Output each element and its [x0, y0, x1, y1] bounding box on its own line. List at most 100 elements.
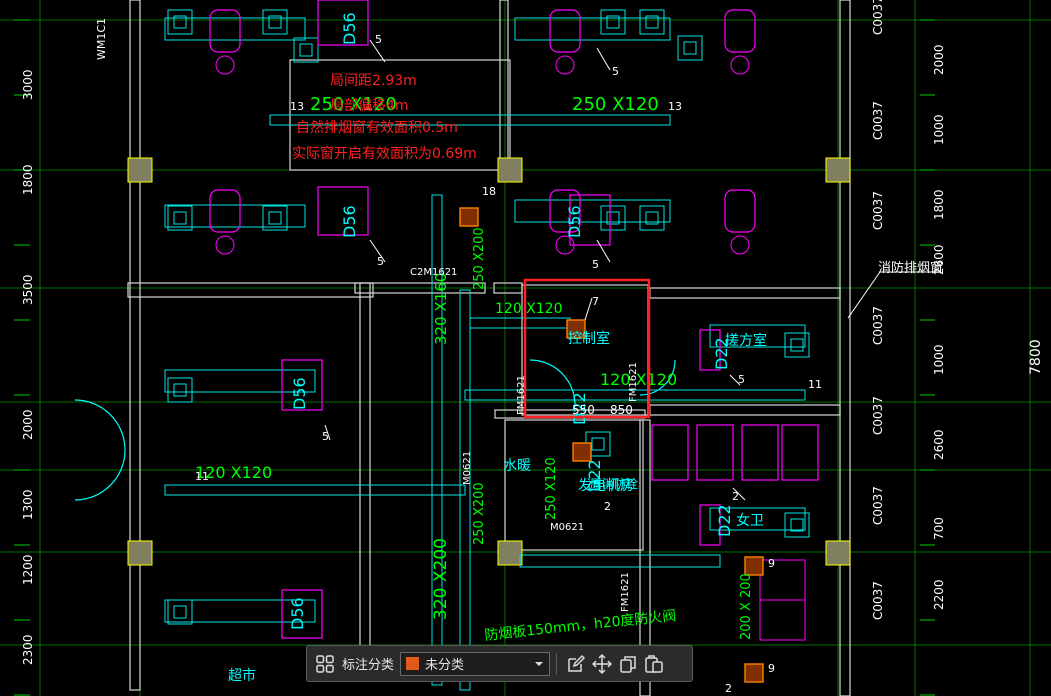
bottom-note: 防烟板150mm，h20度防火阀	[484, 608, 677, 644]
door-tag: FM1621	[628, 362, 639, 402]
axis-label: C0037	[871, 0, 885, 35]
diffuser	[639, 9, 665, 35]
callout-number: 5	[322, 430, 329, 443]
door-arc	[74, 399, 126, 451]
basin	[215, 235, 235, 255]
unit-tag: D22	[715, 504, 734, 537]
room-label: 水暖	[503, 458, 531, 474]
column	[497, 540, 523, 566]
paste-icon	[645, 654, 663, 673]
dimension-label: 1300	[21, 489, 35, 520]
toilet-stall	[741, 424, 779, 481]
door-tag: FM1621	[620, 572, 631, 612]
sink	[759, 559, 806, 601]
room-label: 女卫	[736, 512, 764, 529]
category-selected-value: 未分类	[425, 657, 465, 672]
toolbar-separator	[556, 652, 558, 675]
dimension-label: 3000	[21, 69, 35, 100]
duct-run	[514, 17, 671, 41]
warning-text: 自然排烟窗有效面积0.5m	[296, 119, 458, 136]
sink	[759, 599, 806, 641]
toilet-fixture	[724, 189, 756, 233]
warning-text: 局间距2.93m	[330, 73, 417, 89]
callout-number: 2	[725, 682, 732, 695]
axis-label: C0037	[871, 396, 885, 435]
door-arc	[529, 359, 576, 406]
callout-number: 9	[768, 557, 775, 570]
dimension-label: 1000	[932, 114, 946, 145]
unit-tag: D56	[288, 597, 307, 630]
basin	[730, 235, 750, 255]
basin	[555, 55, 575, 75]
callout-number: 11	[195, 470, 209, 483]
room-label: 控制室	[568, 330, 610, 347]
exhaust-fan	[459, 207, 479, 227]
diffuser	[167, 9, 193, 35]
column	[127, 540, 153, 566]
category-select[interactable]: 未分类	[400, 651, 551, 676]
column	[825, 157, 851, 183]
diffuser-core	[173, 211, 187, 225]
diffuser-core	[299, 43, 313, 57]
axis-label: C0037	[871, 191, 885, 230]
window-dimension: 550	[572, 403, 595, 417]
callout-number: 9	[768, 662, 775, 675]
dimension-label: 1200	[21, 554, 35, 585]
door-tag: M0621	[462, 451, 473, 485]
diffuser	[677, 35, 703, 61]
duct-size-label: 120 X120	[495, 301, 562, 317]
window-dimension: 850	[610, 403, 633, 417]
dimension-label: 2600	[932, 429, 946, 460]
edit-button[interactable]	[563, 651, 589, 677]
diffuser	[167, 377, 193, 403]
toilet-stall	[651, 424, 689, 481]
category-color-swatch	[406, 657, 420, 670]
grid-view-button[interactable]	[312, 651, 338, 677]
toilet-fixture	[724, 9, 756, 53]
copy-button[interactable]	[615, 651, 641, 677]
callout-number: 5	[612, 65, 619, 78]
duct-size-label: 250 X200	[472, 227, 487, 290]
dimension-label: 1000	[932, 344, 946, 375]
move-button[interactable]	[589, 651, 615, 677]
door-tag: M0621	[550, 522, 584, 533]
axis-label: C0037	[871, 486, 885, 525]
callout-number: 5	[738, 373, 745, 386]
dimension-label: 2000	[932, 44, 946, 75]
grid-view-icon	[316, 654, 334, 673]
paste-button[interactable]	[641, 651, 667, 677]
toilet-stall	[696, 424, 734, 481]
duct-size-label: 320 X200	[431, 538, 451, 620]
leader-line	[596, 47, 611, 71]
note: 消防排烟窗	[878, 260, 943, 276]
unit-tag: D56	[290, 377, 309, 410]
axis-label: C0037	[871, 306, 885, 345]
cad-drawing-canvas[interactable]: 3000 1800 3500 2000 1300 1200 2300 2000 1000 1800…	[0, 0, 1051, 696]
wall	[499, 0, 509, 171]
copy-icon	[620, 655, 636, 673]
exhaust-fan	[744, 663, 764, 683]
column	[127, 157, 153, 183]
callout-number: 11	[808, 378, 822, 391]
door-arc	[74, 449, 126, 501]
callout-number: 13	[290, 100, 304, 113]
diffuser-core	[268, 211, 282, 225]
dimension-label: 2200	[932, 579, 946, 610]
axis-label: C0037	[871, 581, 885, 620]
unit-tag: D56	[340, 12, 359, 45]
leader-line	[847, 271, 940, 319]
dimension-label: 2300	[21, 634, 35, 665]
duct-run	[514, 199, 671, 223]
diffuser	[262, 9, 288, 35]
dimension-label: 1800	[932, 189, 946, 220]
duct-size-label: 250 X120	[572, 94, 659, 115]
diffuser-core	[173, 605, 187, 619]
dimension-total: 7800	[1028, 339, 1044, 375]
dimension-label: 3500	[21, 274, 35, 305]
door-tag: C2M1621	[410, 267, 457, 278]
column	[825, 540, 851, 566]
diffuser-core	[683, 41, 697, 55]
callout-number: 5	[377, 255, 384, 268]
duct-run	[519, 554, 721, 568]
wall	[839, 0, 851, 696]
